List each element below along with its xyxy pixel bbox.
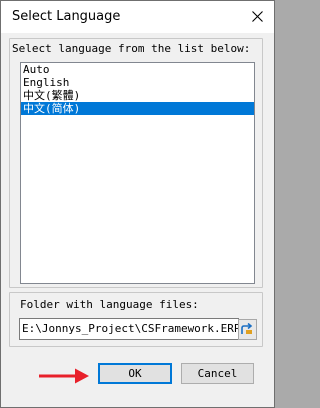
language-listbox[interactable]: Auto English 中文(繁體) 中文(简体) [20, 62, 255, 284]
folder-group-label: Folder with language files: [20, 298, 199, 311]
red-arrow-icon [39, 368, 89, 384]
ok-button[interactable]: OK [98, 363, 172, 384]
language-group-label: Select language from the list below: [12, 42, 251, 55]
list-item-english[interactable]: English [21, 76, 254, 89]
folder-browse-icon [241, 323, 253, 334]
folder-path-field[interactable]: E:\Jonnys_Project\CSFramework.ERP-20 [19, 318, 239, 340]
list-item-auto[interactable]: Auto [21, 63, 254, 76]
list-item-traditional-chinese[interactable]: 中文(繁體) [21, 89, 254, 102]
cancel-button[interactable]: Cancel [181, 363, 254, 384]
title-bar: Select Language [1, 1, 274, 33]
browse-folder-button[interactable] [238, 319, 257, 340]
close-icon [252, 11, 263, 22]
close-button[interactable] [241, 1, 274, 33]
list-item-simplified-chinese[interactable]: 中文(简体) [21, 102, 254, 115]
dialog-title: Select Language [12, 9, 121, 24]
